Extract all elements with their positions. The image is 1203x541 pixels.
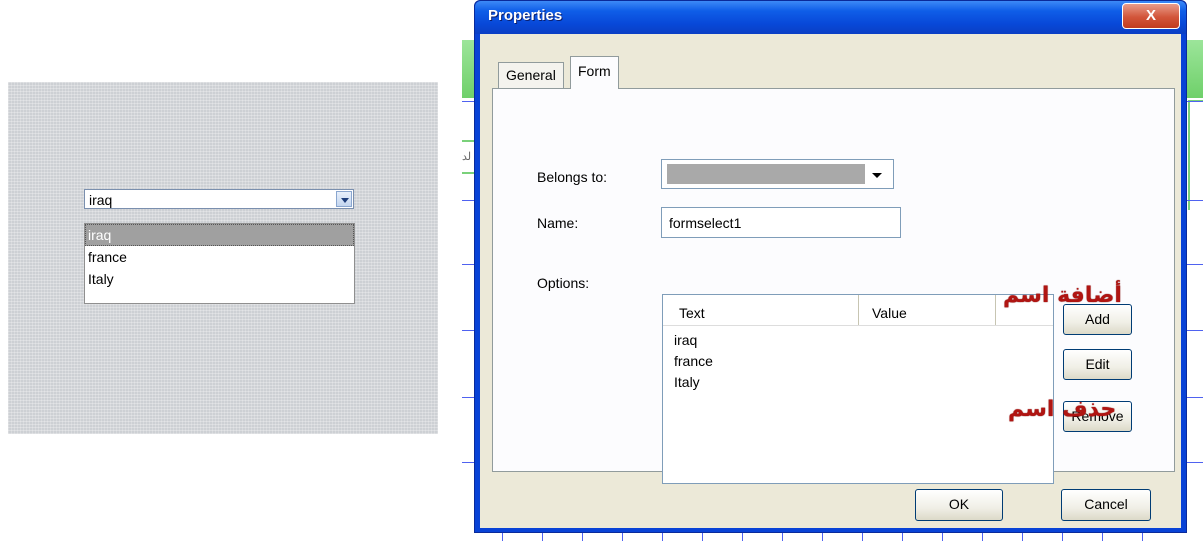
close-icon: X — [1145, 7, 1156, 24]
dialog-body: General Belongs to: Name: Options: Text … — [480, 34, 1181, 528]
belongs-to-value — [667, 164, 865, 184]
tab-form[interactable]: Form — [570, 56, 619, 89]
options-listview[interactable]: Text Value iraq france Italy — [662, 294, 1054, 484]
add-button[interactable]: Add — [1063, 304, 1132, 335]
column-header-text[interactable]: Text — [663, 295, 859, 325]
preview-combobox[interactable]: iraq — [84, 189, 354, 209]
editor-right-frame — [1188, 100, 1203, 210]
name-field[interactable] — [661, 207, 901, 238]
ok-button[interactable]: OK — [915, 489, 1003, 521]
preview-combobox-value: iraq — [89, 192, 113, 208]
options-rows: iraq france Italy — [674, 333, 713, 396]
belongs-to-label: Belongs to: — [537, 169, 608, 185]
preview-list-item[interactable]: france — [85, 246, 354, 268]
remove-annotation: حذف اسم — [1008, 397, 1117, 422]
edit-button[interactable]: Edit — [1063, 349, 1132, 380]
list-item[interactable]: iraq — [674, 333, 713, 355]
preview-list-item[interactable]: iraq — [85, 224, 354, 246]
column-header-value[interactable]: Value — [859, 295, 996, 325]
preview-list-item[interactable]: Italy — [85, 268, 354, 290]
tab-general[interactable]: General — [498, 62, 564, 88]
dialog-title: Properties — [488, 7, 563, 24]
add-annotation: أضافة اسم — [1003, 283, 1122, 308]
select-preview: iraq iraq france Italy — [8, 82, 438, 434]
form-tab-panel: Belongs to: Name: Options: Text Value ir… — [492, 88, 1175, 484]
options-label: Options: — [537, 275, 590, 291]
name-label: Name: — [537, 215, 579, 231]
properties-dialog: Properties X General Belongs to: Name: O… — [474, 0, 1187, 533]
dropdown-arrow-icon[interactable] — [336, 191, 352, 207]
belongs-to-select[interactable] — [661, 159, 894, 189]
list-item[interactable]: france — [674, 354, 713, 376]
close-button[interactable]: X — [1122, 3, 1180, 29]
cancel-button[interactable]: Cancel — [1061, 489, 1151, 521]
preview-dropdown-list: iraq france Italy — [84, 223, 355, 304]
dialog-titlebar[interactable]: Properties X — [475, 1, 1186, 34]
options-list-header: Text Value — [663, 295, 1053, 326]
list-item[interactable]: Italy — [674, 375, 713, 397]
editor-side-text: لد — [462, 151, 472, 163]
chevron-down-icon[interactable] — [872, 173, 882, 178]
